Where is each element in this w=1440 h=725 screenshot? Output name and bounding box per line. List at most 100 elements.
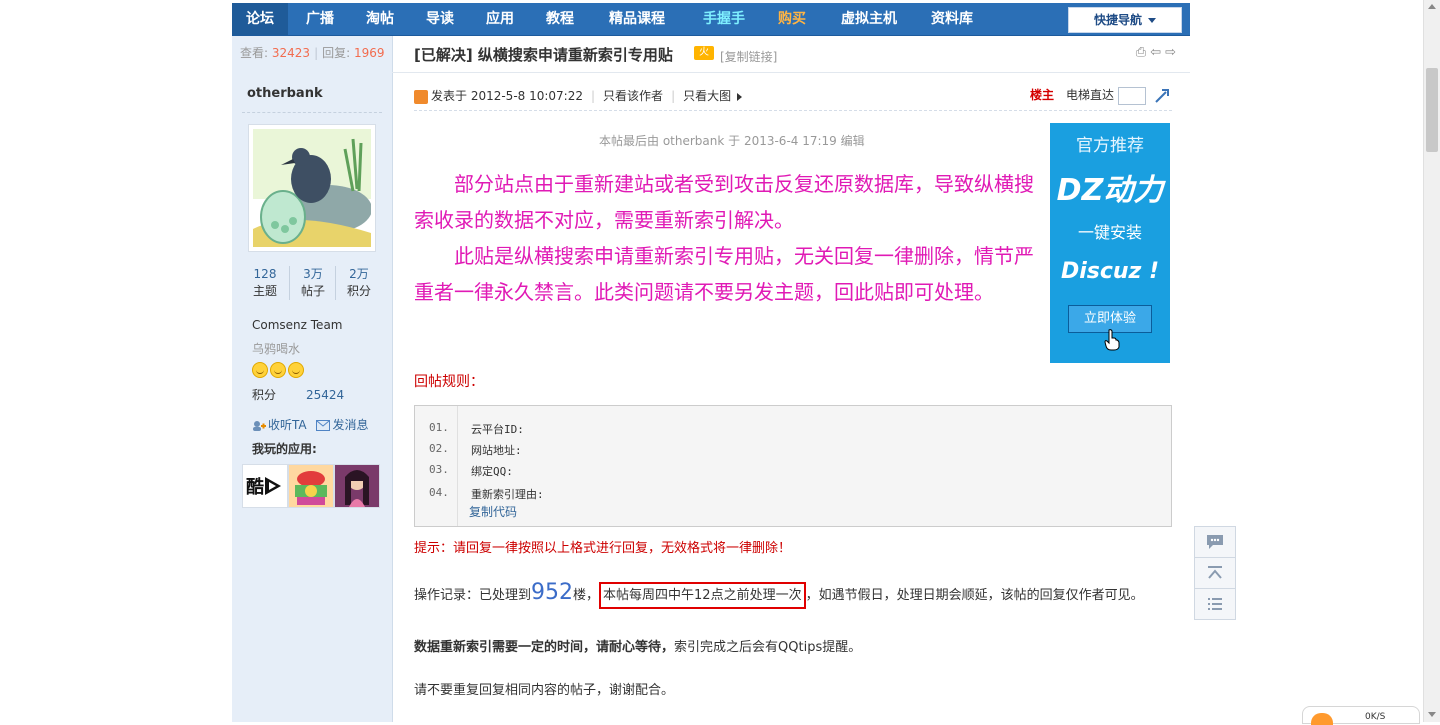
only-images-link[interactable]: 只看大图	[683, 89, 731, 103]
hand-cursor-icon	[1104, 329, 1120, 351]
points-label: 积分	[252, 388, 277, 402]
stat-label: 帖子	[300, 284, 325, 298]
jump-icon	[1155, 88, 1169, 103]
user-stat-points[interactable]: 2万 积分	[335, 266, 382, 300]
forum-page: 论坛 广播 淘帖 导读 应用 教程 精品课程 手握手 购买 虚拟主机 资料库 快…	[232, 0, 1190, 722]
stat-label: 积分	[346, 284, 371, 298]
nav-item-handshake[interactable]: 手握手	[688, 3, 760, 35]
nav-item-library[interactable]: 资料库	[918, 3, 986, 35]
smiley-icon	[252, 362, 268, 378]
nav-item-collections[interactable]: 淘帖	[352, 3, 408, 35]
nav-item-forum[interactable]: 论坛	[232, 3, 288, 35]
float-top-button[interactable]	[1194, 557, 1236, 589]
app-game-icon	[289, 465, 333, 507]
nav-item-courses[interactable]: 精品课程	[592, 3, 682, 35]
smiley-icon	[288, 362, 304, 378]
code-line-number: 01.	[429, 421, 449, 434]
float-reply-button[interactable]	[1194, 526, 1236, 558]
view-label: 查看:	[240, 46, 269, 60]
vertical-scrollbar[interactable]	[1423, 0, 1440, 722]
apps-title: 我玩的应用:	[252, 442, 317, 456]
code-line-number: 02.	[429, 442, 449, 455]
dz-ad-banner[interactable]: 官方推荐 DZ动力 一键安装 Discuz ! 立即体验	[1050, 123, 1170, 363]
network-speed-widget: 0K/S	[1302, 706, 1420, 725]
app-kugou[interactable]: 酷	[242, 464, 288, 508]
nav-item-hosting[interactable]: 虚拟主机	[826, 3, 912, 35]
floor-jump-input[interactable]	[1118, 86, 1147, 105]
code-line-number: 03.	[429, 463, 449, 476]
float-list-button[interactable]	[1194, 588, 1236, 620]
oplog-highlight: 本帖每周四中午12点之前处理一次	[599, 582, 806, 609]
no-duplicate-note: 请不要重复回复相同内容的帖子，谢谢配合。	[414, 683, 675, 698]
play-icon	[737, 92, 743, 101]
ad-brand: Discuz !	[1060, 259, 1160, 284]
scroll-thumb[interactable]	[1426, 68, 1438, 152]
reply-tip: 提示：请回复一律按照以上格式进行回复，无效格式将一律删除！	[414, 541, 792, 556]
message-label: 发消息	[332, 418, 369, 432]
index-notice: 数据重新索引需要一定的时间，请耐心等待，索引完成之后会有QQtips提醒。	[414, 636, 861, 655]
follow-label: 收听TA	[268, 418, 307, 432]
nav-item-guide[interactable]: 导读	[412, 3, 468, 35]
copy-code-button[interactable]: 复制代码	[469, 503, 517, 520]
user-stat-posts[interactable]: 3万 帖子	[289, 266, 336, 300]
quick-nav-dropdown[interactable]: 快捷导航	[1068, 7, 1182, 33]
user-title: 乌鸦喝水	[252, 342, 301, 356]
user-group[interactable]: Comsenz Team	[252, 318, 342, 332]
app-game-2[interactable]	[334, 464, 380, 508]
nav-item-buy[interactable]: 购买	[764, 3, 820, 35]
thread-title: [已解决] 纵横搜索申请重新索引专用贴	[414, 46, 673, 64]
prev-thread-icon[interactable]: ⇦	[1150, 45, 1165, 60]
code-block: 01. 云平台ID: 02. 网站地址: 03. 绑定QQ: 04. 重新索引理…	[414, 405, 1172, 527]
oplog-floor: 楼，	[573, 588, 600, 603]
author-sidebar: 查看: 32423 | 回复: 1969 otherbank 128 主题 3万…	[232, 36, 393, 722]
back-to-top-icon	[1208, 566, 1222, 579]
stat-label: 主题	[252, 284, 277, 298]
user-points: 积分 25424	[252, 386, 344, 403]
only-author-link[interactable]: 只看该作者	[603, 89, 663, 103]
stat-number: 128	[253, 267, 277, 281]
app-kugou-label: 酷	[246, 476, 264, 498]
hot-badge-icon: 火	[694, 46, 714, 60]
follow-icon	[253, 421, 266, 431]
oplog-prefix: 操作记录：已处理到	[414, 588, 532, 603]
oplog-suffix: ，如遇节假日，处理日期会顺延，该帖的回复仅作者可见。	[805, 588, 1144, 603]
reply-rules-title: 回帖规则：	[414, 374, 484, 390]
user-rank-icons	[252, 362, 306, 382]
quick-nav-label: 快捷导航	[1093, 13, 1142, 27]
next-thread-icon[interactable]: ⇨	[1165, 45, 1180, 60]
post-paragraph: 部分站点由于重新建站或者受到攻击反复还原数据库，导致纵横搜索收录的数据不对应，需…	[414, 172, 1034, 232]
ad-line: 一键安装	[1077, 223, 1142, 242]
message-button[interactable]: 发消息	[316, 418, 368, 432]
nav-item-broadcast[interactable]: 广播	[292, 3, 348, 35]
nav-item-tutorials[interactable]: 教程	[532, 3, 588, 35]
index-notice-rest: 索引完成之后会有QQtips提醒。	[674, 640, 862, 655]
view-count: 32423	[271, 46, 311, 60]
code-line: 绑定QQ:	[471, 465, 513, 478]
chevron-down-icon	[1148, 18, 1156, 23]
copy-link-button[interactable]: [复制链接]	[720, 48, 777, 65]
follow-button[interactable]: 收听TA	[252, 418, 307, 432]
print-icon[interactable]: ⎙	[1136, 45, 1150, 60]
avatar[interactable]	[248, 124, 376, 252]
code-line: 云平台ID:	[471, 423, 524, 436]
operation-log: 操作记录：已处理到952楼， 本帖每周四中午12点之前处理一次 ，如遇节假日，处理日…	[414, 580, 1164, 609]
jump-label: 电梯直达	[1066, 88, 1115, 102]
ad-headline: DZ动力	[1056, 173, 1164, 208]
author-name[interactable]: otherbank	[247, 86, 323, 101]
top-nav: 论坛 广播 淘帖 导读 应用 教程 精品课程 手握手 购买 虚拟主机 资料库 快…	[232, 3, 1190, 36]
user-stat-threads[interactable]: 128 主题	[242, 266, 288, 300]
floor-label: 楼主	[1030, 88, 1055, 102]
comment-icon	[1207, 535, 1223, 549]
app-game-icon	[335, 465, 379, 507]
edited-note: 本帖最后由 otherbank 于 2013-6-4 17:19 编辑	[599, 134, 865, 148]
envelope-icon	[316, 420, 331, 431]
stat-number: 2万	[349, 267, 369, 281]
list-icon	[1208, 598, 1222, 610]
user-actions: 收听TA 发消息	[252, 416, 368, 433]
app-game-1[interactable]	[288, 464, 334, 508]
post-paragraph: 此贴是纵横搜索申请重新索引专用贴，无关回复一律删除，情节严重者一律永久禁言。此类…	[414, 244, 1034, 304]
nav-item-apps[interactable]: 应用	[472, 3, 528, 35]
post-body: 部分站点由于重新建站或者受到攻击反复还原数据库，导致纵横搜索收录的数据不对应，需…	[414, 166, 1034, 310]
thread-stats: 查看: 32423 | 回复: 1969	[240, 46, 385, 60]
app-kugou-icon: 酷	[246, 476, 281, 498]
